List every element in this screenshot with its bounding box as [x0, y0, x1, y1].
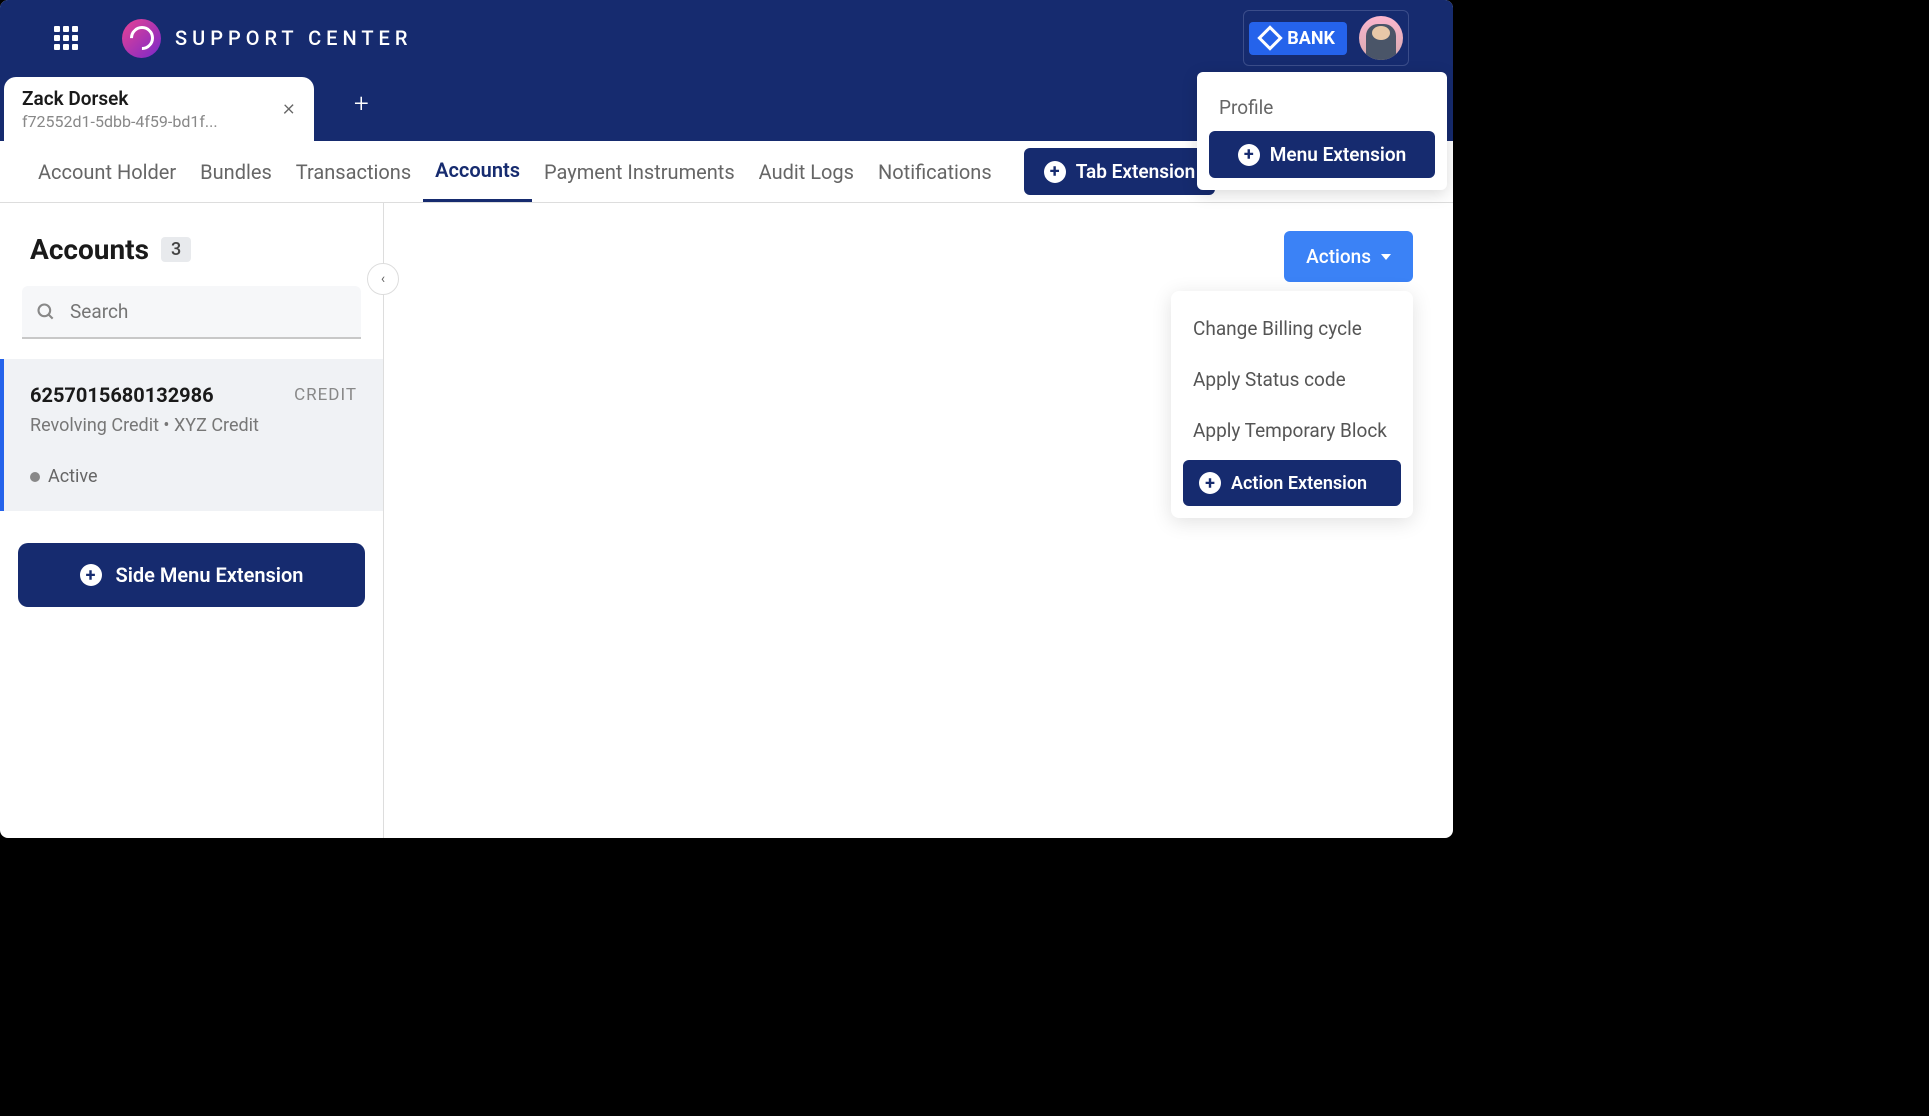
plus-circle-icon: +: [80, 564, 102, 586]
nav-account-holder[interactable]: Account Holder: [26, 141, 188, 202]
search-icon: [36, 302, 56, 322]
account-description: Revolving Credit • XYZ Credit: [30, 415, 357, 436]
chevron-left-icon: ‹: [381, 271, 385, 287]
sidebar-header: Accounts 3: [0, 203, 383, 286]
nav-transactions[interactable]: Transactions: [284, 141, 423, 202]
menu-extension-button[interactable]: + Menu Extension: [1209, 131, 1435, 178]
tab-extension-label: Tab Extension: [1076, 160, 1196, 183]
profile-dropdown: Profile + Menu Extension: [1197, 72, 1447, 190]
collapse-sidebar-button[interactable]: ‹: [367, 263, 399, 295]
account-type: CREDIT: [294, 385, 357, 405]
customer-name: Zack Dorsek: [22, 87, 274, 110]
plus-circle-icon: +: [1238, 144, 1260, 166]
side-menu-extension-button[interactable]: + Side Menu Extension: [18, 543, 365, 607]
profile-menu-item[interactable]: Profile: [1209, 84, 1435, 131]
header-right: BANK: [1243, 10, 1409, 66]
app-title: SUPPORT CENTER: [175, 26, 412, 50]
avatar[interactable]: [1359, 16, 1403, 60]
account-status: Active: [30, 466, 357, 487]
diamond-icon: [1258, 25, 1283, 50]
sidebar-title: Accounts: [30, 233, 149, 266]
customer-id: f72552d1-5dbb-4f59-bd1f...: [22, 112, 274, 131]
nav-accounts[interactable]: Accounts: [423, 141, 532, 202]
actions-label: Actions: [1306, 245, 1371, 268]
status-dot-icon: [30, 472, 40, 482]
action-extension-button[interactable]: + Action Extension: [1183, 460, 1401, 506]
status-label: Active: [48, 466, 98, 487]
account-number: 6257015680132986: [30, 383, 214, 407]
main-content: Actions Change Billing cycle Apply Statu…: [384, 203, 1453, 838]
apps-grid-icon[interactable]: [54, 26, 78, 50]
side-menu-extension-label: Side Menu Extension: [116, 563, 304, 587]
nav-notifications[interactable]: Notifications: [866, 141, 1004, 202]
logo-icon: [122, 19, 161, 58]
actions-dropdown: Change Billing cycle Apply Status code A…: [1171, 291, 1413, 518]
tab-extension-button[interactable]: + Tab Extension: [1024, 148, 1216, 195]
logo-section: SUPPORT CENTER: [122, 19, 412, 58]
top-header: SUPPORT CENTER BANK: [0, 0, 1453, 76]
close-icon[interactable]: +: [275, 94, 304, 123]
customer-tab[interactable]: Zack Dorsek f72552d1-5dbb-4f59-bd1f... +: [4, 77, 314, 141]
menu-extension-label: Menu Extension: [1270, 143, 1406, 166]
add-tab-button[interactable]: +: [354, 89, 369, 119]
nav-payment-instruments[interactable]: Payment Instruments: [532, 141, 747, 202]
nav-audit-logs[interactable]: Audit Logs: [747, 141, 866, 202]
bank-badge[interactable]: BANK: [1249, 22, 1347, 55]
plus-circle-icon: +: [1199, 472, 1221, 494]
search-box[interactable]: [22, 286, 361, 339]
action-change-billing[interactable]: Change Billing cycle: [1183, 303, 1401, 354]
bank-label: BANK: [1287, 28, 1335, 49]
action-apply-status[interactable]: Apply Status code: [1183, 354, 1401, 405]
chevron-down-icon: [1381, 254, 1391, 260]
action-extension-label: Action Extension: [1231, 473, 1367, 494]
actions-button[interactable]: Actions: [1284, 231, 1413, 282]
plus-circle-icon: +: [1044, 161, 1066, 183]
account-list-item[interactable]: 6257015680132986 CREDIT Revolving Credit…: [0, 359, 383, 511]
nav-bundles[interactable]: Bundles: [188, 141, 284, 202]
count-badge: 3: [161, 237, 191, 262]
sidebar: ‹ Accounts 3 6257015680132986 CREDIT Rev…: [0, 203, 384, 838]
search-input[interactable]: [70, 300, 347, 323]
action-apply-block[interactable]: Apply Temporary Block: [1183, 405, 1401, 456]
